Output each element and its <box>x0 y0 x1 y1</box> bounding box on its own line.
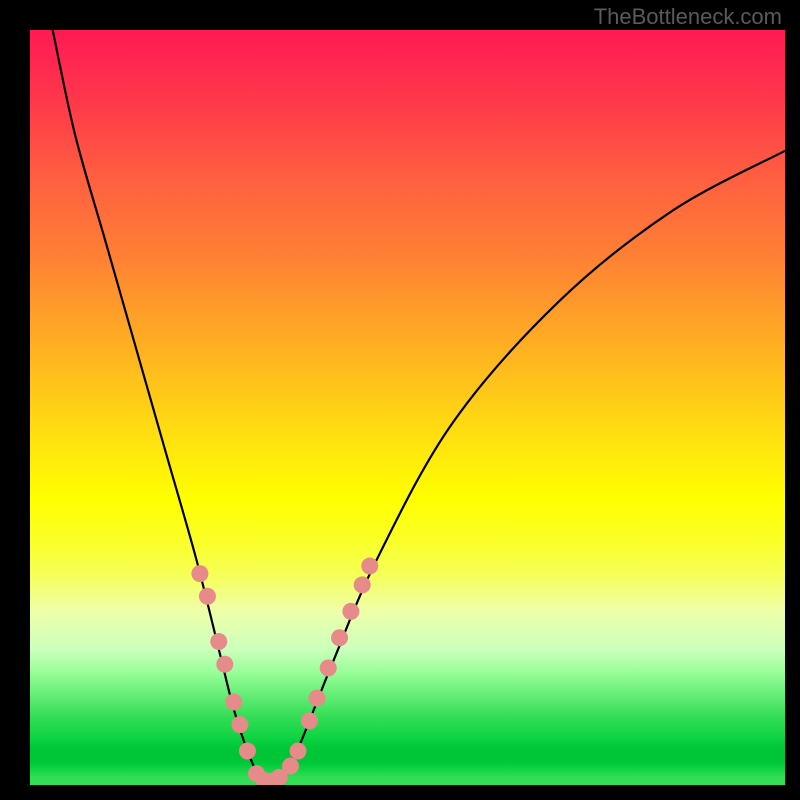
curve-group <box>53 30 785 782</box>
data-marker <box>225 693 242 710</box>
data-marker <box>301 712 318 729</box>
data-marker <box>290 743 307 760</box>
data-marker <box>308 690 325 707</box>
watermark-text: TheBottleneck.com <box>594 4 782 30</box>
data-marker <box>282 758 299 775</box>
data-marker <box>216 656 233 673</box>
data-marker <box>199 588 216 605</box>
data-marker <box>191 565 208 582</box>
data-marker <box>342 603 359 620</box>
data-marker <box>231 716 248 733</box>
data-marker <box>361 558 378 575</box>
chart-plot-area <box>30 30 785 785</box>
data-marker <box>331 629 348 646</box>
data-marker <box>239 743 256 760</box>
data-marker <box>320 659 337 676</box>
data-marker <box>210 633 227 650</box>
chart-svg <box>30 30 785 785</box>
bottleneck-curve <box>53 30 785 782</box>
markers-group <box>191 558 378 785</box>
data-marker <box>354 576 371 593</box>
